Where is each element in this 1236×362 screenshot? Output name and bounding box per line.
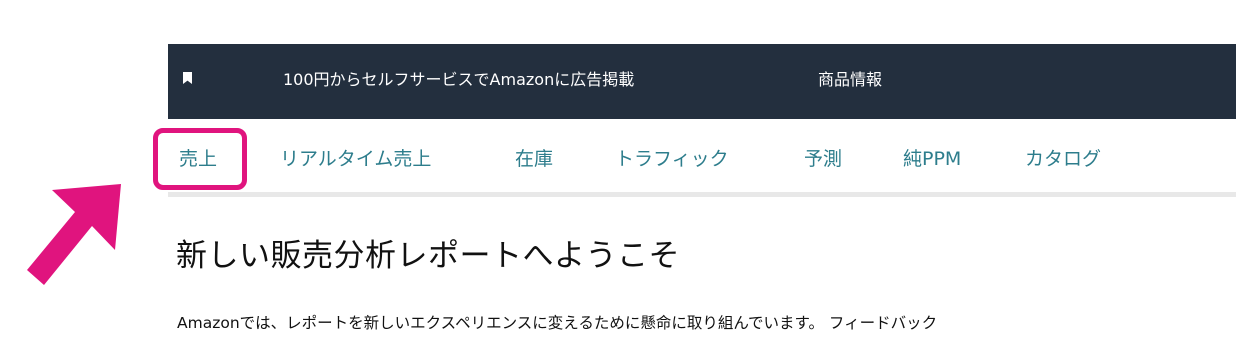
topbar-link-self-service-ads[interactable]: 100円からセルフサービスでAmazonに広告掲載 (283, 69, 634, 91)
screen: 100円からセルフサービスでAmazonに広告掲載 商品情報 売上 リアルタイム… (0, 0, 1236, 362)
tab-forecast[interactable]: 予測 (804, 144, 842, 174)
tab-catalog[interactable]: カタログ (1025, 144, 1101, 174)
arrow-icon (27, 184, 121, 285)
tab-realtime-sales[interactable]: リアルタイム売上 (280, 144, 431, 174)
intro-text: Amazonでは、レポートを新しいエクスペリエンスに変えるために懸命に取り組んで… (177, 314, 938, 332)
tab-net-ppm[interactable]: 純PPM (903, 144, 961, 174)
tab-inventory[interactable]: 在庫 (515, 144, 553, 174)
page-title: 新しい販売分析レポートへようこそ (176, 238, 680, 274)
tab-traffic[interactable]: トラフィック (615, 144, 729, 174)
topbar-link-product-info[interactable]: 商品情報 (818, 69, 882, 91)
subnav-divider (168, 192, 1236, 197)
